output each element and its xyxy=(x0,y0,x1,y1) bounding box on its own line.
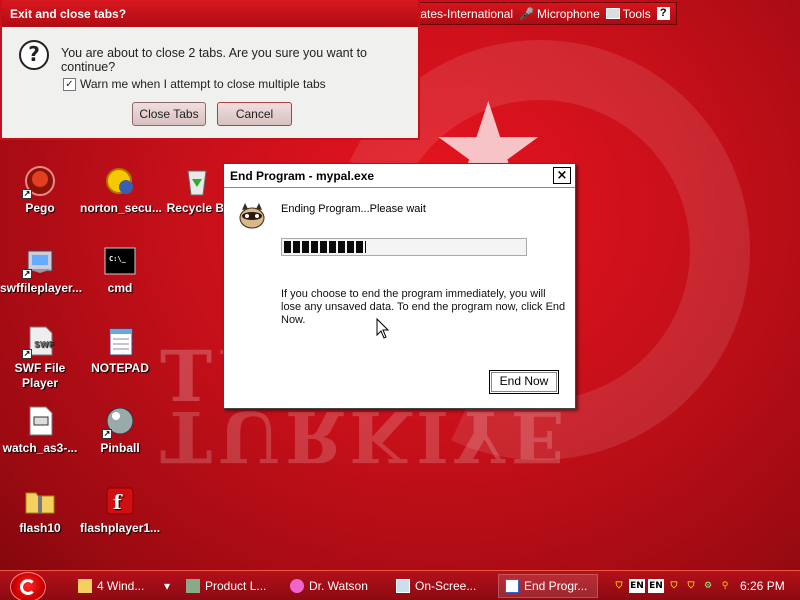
taskbar-group-arrow[interactable]: ▾ xyxy=(158,574,176,598)
end-program-title: End Program - mypal.exe xyxy=(224,164,575,188)
desktop-icon-watch-as3[interactable]: watch_as3-... xyxy=(0,405,80,456)
pego-icon: ↗ xyxy=(22,165,56,199)
desktop-icon-notepad[interactable]: NOTEPAD xyxy=(80,325,160,376)
language-indicator[interactable]: EN xyxy=(629,579,645,593)
recycle-bin-icon xyxy=(181,165,213,197)
status-text: Ending Program...Please wait xyxy=(281,203,426,215)
end-program-dialog: End Program - mypal.exe × Ending Program… xyxy=(223,163,576,409)
desktop-icon-flash10[interactable]: flash10 xyxy=(0,485,80,536)
html-file-icon xyxy=(24,405,56,437)
clock[interactable]: 6:26 PM xyxy=(740,579,785,593)
cancel-button[interactable]: Cancel xyxy=(217,102,292,126)
cmd-icon: C:\_ xyxy=(104,245,136,277)
language-indicator[interactable]: EN xyxy=(648,579,664,593)
keyboard-icon xyxy=(396,579,410,593)
folder-icon xyxy=(78,579,92,593)
close-button[interactable]: × xyxy=(553,167,571,184)
taskbar-item-label: 4 Wind... xyxy=(97,579,145,593)
shield-icon[interactable]: ⛉ xyxy=(667,579,681,593)
warn-checkbox-label: Warn me when I attempt to close multiple… xyxy=(80,77,326,91)
microphone-label: Microphone xyxy=(537,6,600,21)
taskbar-item-dr-watson[interactable]: Dr. Watson xyxy=(284,574,384,598)
svg-text:C:\_: C:\_ xyxy=(109,255,127,263)
desktop-icon-recycle-bin[interactable]: Recycle Bi xyxy=(162,165,232,216)
progress-fill xyxy=(284,241,366,253)
taskbar-item-label: End Progr... xyxy=(524,579,588,593)
tools-icon xyxy=(605,8,620,19)
taskbar-item-windows[interactable]: 4 Wind... xyxy=(72,574,160,598)
window-icon xyxy=(505,579,519,593)
pinball-icon: ↗ xyxy=(102,405,136,439)
system-tray: ⛉ EN EN ⛉ ⛉ ⚙ ⚲ xyxy=(612,574,732,598)
taskbar-item-product[interactable]: Product L... xyxy=(180,574,280,598)
desktop-icon-cmd[interactable]: C:\_ cmd xyxy=(80,245,160,296)
desktop-icon-pinball[interactable]: ↗ Pinball xyxy=(80,405,160,456)
swf-file-icon: SWF ↗ xyxy=(22,325,56,359)
warn-checkbox-row[interactable]: ✓ Warn me when I attempt to close multip… xyxy=(63,77,326,91)
installer-icon: ↗ xyxy=(22,245,56,279)
warn-checkbox[interactable]: ✓ xyxy=(63,77,76,91)
svg-text:SWF: SWF xyxy=(34,340,54,349)
desktop-icon-swf-file-player[interactable]: SWF ↗ SWF File Player xyxy=(0,325,80,391)
taskbar: 4 Wind... ▾ Product L... Dr. Watson On-S… xyxy=(0,570,800,600)
shield-icon[interactable]: ⛉ xyxy=(684,579,698,593)
start-button[interactable] xyxy=(10,572,46,600)
shield-icon[interactable]: ⛉ xyxy=(612,579,626,593)
tools-button[interactable]: Tools xyxy=(605,6,651,21)
taskbar-item-label: On-Scree... xyxy=(415,579,477,593)
desktop-icon-norton[interactable]: norton_secu... xyxy=(80,165,162,216)
progress-bar xyxy=(281,238,527,256)
product-icon xyxy=(186,579,200,593)
taskbar-item-label: Dr. Watson xyxy=(309,579,368,593)
raccoon-icon xyxy=(236,200,268,230)
mouse-cursor-icon xyxy=(376,318,390,339)
desktop-icon-swffileplayer[interactable]: ↗ swffileplayer... xyxy=(0,245,82,296)
norton-icon xyxy=(104,165,136,197)
flash-icon: f xyxy=(104,485,136,517)
network-icon[interactable]: ⚙ xyxy=(701,579,715,593)
end-program-message: If you choose to end the program immedia… xyxy=(281,288,566,326)
dr-watson-icon xyxy=(290,579,304,593)
tools-label: Tools xyxy=(622,6,651,21)
microphone-icon: 🎤 xyxy=(519,6,535,21)
end-now-button[interactable]: End Now xyxy=(489,370,559,394)
crescent-icon xyxy=(20,579,36,595)
taskbar-item-label: Product L... xyxy=(205,579,267,593)
dialog-title: Exit and close tabs? xyxy=(2,0,418,27)
microphone-button[interactable]: 🎤 Microphone xyxy=(519,7,600,21)
taskbar-item-on-screen[interactable]: On-Scree... xyxy=(390,574,490,598)
dialog-message: You are about to close 2 tabs. Are you s… xyxy=(61,46,367,74)
zip-folder-icon xyxy=(24,485,56,517)
help-button[interactable]: ? xyxy=(656,7,670,20)
question-icon: ? xyxy=(19,40,49,70)
desktop-icon-pego[interactable]: ↗ Pego xyxy=(0,165,80,216)
desktop-icon-flashplayer[interactable]: f flashplayer1... xyxy=(80,485,160,536)
notepad-icon xyxy=(104,325,136,357)
search-icon[interactable]: ⚲ xyxy=(718,579,732,593)
svg-text:f: f xyxy=(113,490,123,514)
taskbar-item-end-program[interactable]: End Progr... xyxy=(498,574,598,598)
close-tabs-dialog: Exit and close tabs? ? You are about to … xyxy=(0,0,420,140)
close-tabs-button[interactable]: Close Tabs xyxy=(132,102,206,126)
